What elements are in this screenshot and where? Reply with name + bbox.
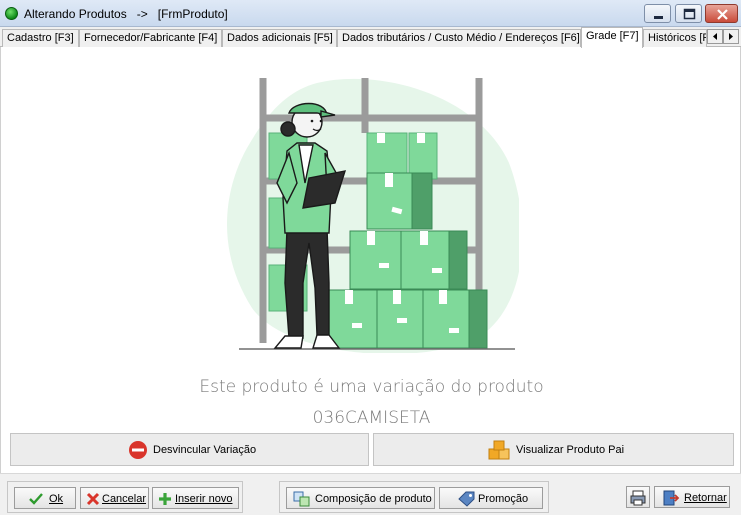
promotion-button[interactable]: Promoção	[439, 487, 543, 509]
footer-toolbar: Ok Cancelar Inserir novo Composição de p…	[0, 473, 741, 515]
tab-strip: Cadastro [F3] Fornecedor/Fabricante [F4]…	[0, 27, 741, 48]
minimize-button[interactable]	[644, 4, 671, 23]
composition-label: Composição de produto	[315, 493, 432, 505]
no-entry-icon	[129, 441, 147, 459]
tab-label: Cadastro [F3]	[7, 32, 74, 44]
tab-fornecedor[interactable]: Fornecedor/Fabricante [F4]	[79, 29, 222, 47]
cancel-label: Cancelar	[102, 493, 147, 505]
maximize-icon	[683, 8, 696, 20]
maximize-button[interactable]	[675, 4, 702, 23]
tab-label: Grade [F7]	[586, 30, 639, 42]
tab-scroll-right-button[interactable]	[723, 29, 739, 44]
cancel-button[interactable]: Cancelar	[80, 487, 149, 509]
insert-new-label: Inserir novo	[175, 493, 233, 505]
red-x-icon	[86, 492, 100, 506]
variation-message: Este produto é uma variação do produto	[199, 377, 544, 397]
return-label: Retornar	[684, 492, 727, 504]
close-button[interactable]	[705, 4, 738, 23]
close-icon	[717, 9, 728, 20]
tab-scroll-left-button[interactable]	[707, 29, 723, 44]
tab-dados-adicionais[interactable]: Dados adicionais [F5]	[222, 29, 337, 47]
exit-group: Retornar	[622, 481, 734, 513]
chevron-left-icon	[713, 33, 717, 40]
green-plus-icon	[159, 493, 171, 505]
minimize-icon	[654, 16, 663, 19]
ok-button[interactable]: Ok	[14, 487, 76, 509]
tag-icon	[458, 491, 475, 507]
tab-label: Dados adicionais [F5]	[227, 32, 333, 44]
tab-grade[interactable]: Grade [F7]	[581, 27, 643, 48]
parent-product-code: 036CAMISETA	[312, 408, 431, 428]
composition-button[interactable]: Composição de produto	[286, 487, 435, 509]
insert-new-button[interactable]: Inserir novo	[152, 487, 239, 509]
window-title: Alterando Produtos -> [FrmProduto]	[24, 7, 228, 21]
product-actions-group: Composição de produto Promoção	[279, 481, 549, 513]
unlink-variation-label: Desvincular Variação	[153, 444, 257, 456]
exit-door-icon	[663, 490, 680, 506]
action-group: Ok Cancelar Inserir novo	[7, 481, 243, 513]
title-bar: Alterando Produtos -> [FrmProduto]	[0, 0, 741, 27]
print-icon	[630, 490, 646, 506]
view-parent-product-label: Visualizar Produto Pai	[516, 444, 625, 456]
checkmark-icon	[29, 493, 43, 505]
return-button[interactable]: Retornar	[654, 486, 730, 508]
composition-icon	[293, 491, 310, 507]
app-icon	[5, 7, 18, 20]
warehouse-illustration	[227, 78, 519, 353]
stacked-boxes-icon	[488, 440, 510, 460]
tab-dados-tributarios[interactable]: Dados tributários / Custo Médio / Endere…	[337, 29, 581, 47]
view-parent-product-button[interactable]: Visualizar Produto Pai	[373, 433, 734, 466]
chevron-right-icon	[729, 33, 733, 40]
print-button[interactable]	[626, 486, 650, 508]
grade-panel: Este produto é uma variação do produto 0…	[0, 47, 741, 473]
tab-label: Históricos [F8]	[648, 32, 706, 44]
ok-label: Ok	[49, 493, 64, 505]
tab-cadastro[interactable]: Cadastro [F3]	[2, 29, 79, 47]
unlink-variation-button[interactable]: Desvincular Variação	[10, 433, 369, 466]
promotion-label: Promoção	[478, 493, 529, 505]
tab-historicos[interactable]: Históricos [F8]	[643, 29, 707, 47]
tab-label: Dados tributários / Custo Médio / Endere…	[342, 32, 580, 44]
tab-label: Fornecedor/Fabricante [F4]	[84, 32, 218, 44]
